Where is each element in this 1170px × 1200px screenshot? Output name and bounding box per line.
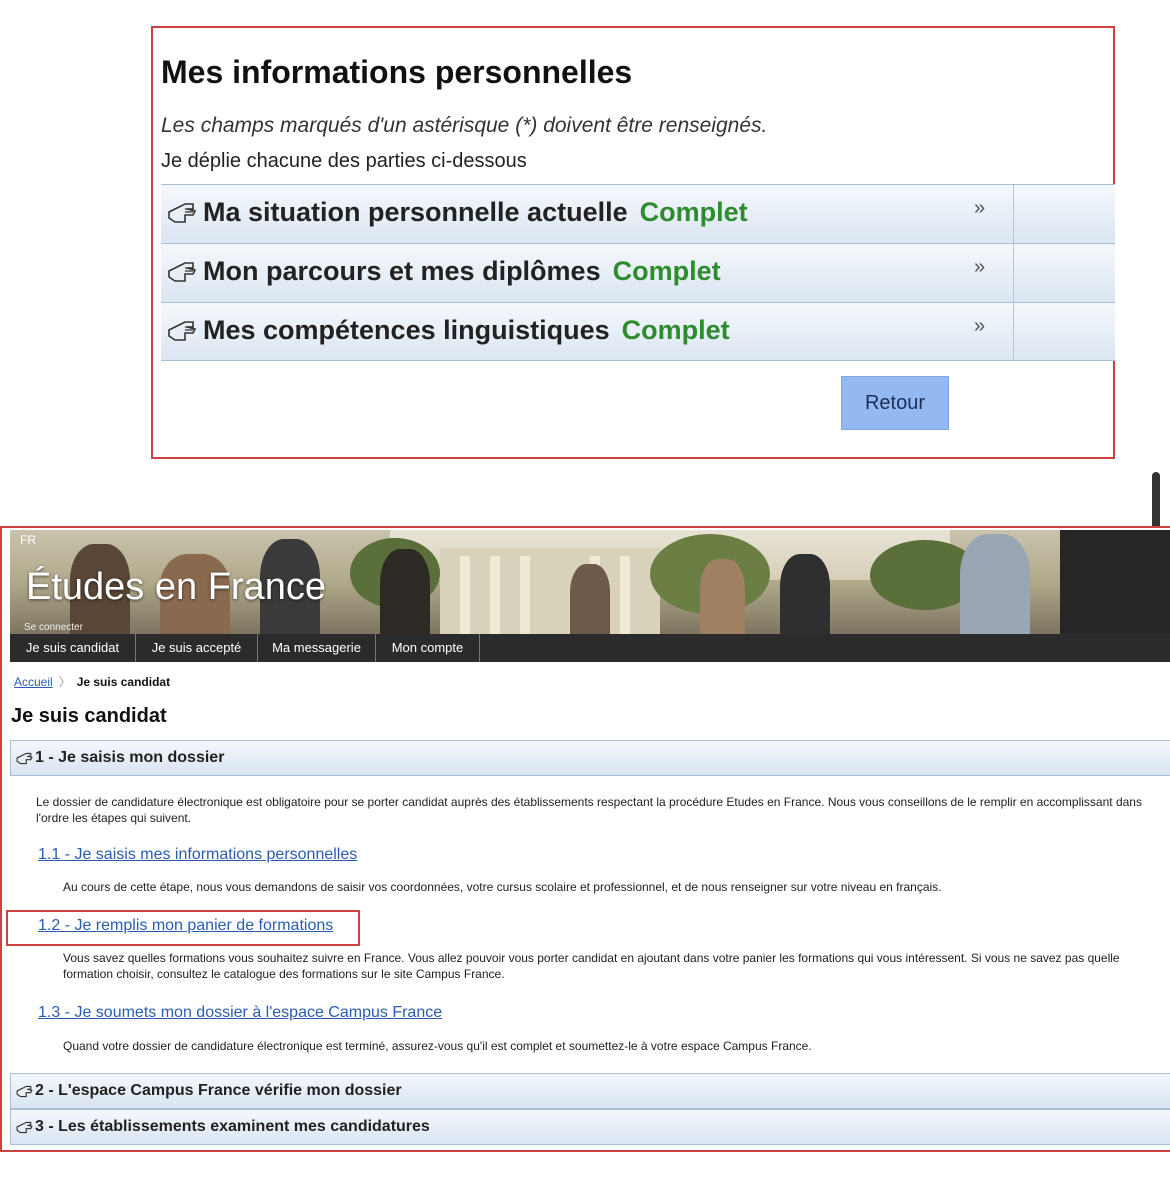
- double-chevron-icon[interactable]: »: [974, 256, 985, 279]
- nav-je-suis-accepte[interactable]: Je suis accepté: [136, 634, 258, 662]
- hand-pointer-icon: [167, 200, 197, 231]
- language-tag[interactable]: FR: [20, 533, 36, 547]
- breadcrumb-current: Je suis candidat: [76, 675, 171, 689]
- section-parcours[interactable]: Mon parcours et mes diplômes Complet »: [161, 243, 1115, 302]
- substep-1-3-text: Quand votre dossier de candidature élect…: [63, 1039, 812, 1053]
- candidate-page: FR Études en France Se connecter Je suis…: [0, 526, 1170, 1152]
- double-chevron-icon[interactable]: »: [974, 197, 985, 220]
- breadcrumb: Accueil 〉 Je suis candidat: [14, 673, 170, 690]
- section-status: Complet: [612, 256, 721, 286]
- retour-button[interactable]: Retour: [841, 376, 949, 430]
- column-divider: [1013, 185, 1014, 243]
- substep-1-1-text: Au cours de cette étape, nous vous deman…: [63, 880, 942, 894]
- hand-pointer-icon: [167, 318, 197, 349]
- site-banner: FR Études en France Se connecter: [10, 530, 1170, 634]
- hand-pointer-icon: [16, 1084, 33, 1104]
- substep-1-2-link[interactable]: 1.2 - Je remplis mon panier de formation…: [38, 917, 333, 935]
- section-status: Complet: [639, 197, 748, 227]
- step2-header[interactable]: 2 - L'espace Campus France vérifie mon d…: [10, 1073, 1170, 1109]
- breadcrumb-home-link[interactable]: Accueil: [14, 675, 53, 689]
- hand-pointer-icon: [167, 259, 197, 290]
- nav-mon-compte[interactable]: Mon compte: [376, 634, 480, 662]
- required-fields-note: Les champs marqués d'un astérisque (*) d…: [161, 114, 768, 137]
- substep-1-2-text: Vous savez quelles formations vous souha…: [63, 951, 1120, 981]
- panel-title: Mes informations personnelles: [161, 54, 633, 90]
- nav-ma-messagerie[interactable]: Ma messagerie: [258, 634, 376, 662]
- site-title[interactable]: Études en France: [26, 566, 326, 609]
- column-divider: [1013, 303, 1014, 360]
- breadcrumb-separator: 〉: [58, 675, 71, 689]
- section-langues[interactable]: Mes compétences linguistiques Complet »: [161, 302, 1115, 361]
- section-label: Mon parcours et mes diplômes: [203, 256, 601, 286]
- instruction-text: Je déplie chacune des parties ci-dessous: [161, 150, 527, 172]
- step3-header[interactable]: 3 - Les établissements examinent mes can…: [10, 1109, 1170, 1145]
- section-situation[interactable]: Ma situation personnelle actuelle Complet…: [161, 184, 1115, 243]
- double-chevron-icon[interactable]: »: [974, 315, 985, 338]
- sections-accordion: Ma situation personnelle actuelle Complet…: [161, 184, 1115, 361]
- banner-login-link[interactable]: Se connecter: [24, 622, 83, 633]
- hand-pointer-icon: [16, 1120, 33, 1140]
- section-label: Ma situation personnelle actuelle: [203, 197, 628, 227]
- section-status: Complet: [621, 315, 730, 345]
- substep-1-3-link[interactable]: 1.3 - Je soumets mon dossier à l'espace …: [38, 1004, 442, 1022]
- main-nav: Je suis candidat Je suis accepté Ma mess…: [10, 634, 1170, 662]
- hand-pointer-icon: [16, 751, 33, 771]
- step1-header[interactable]: 1 - Je saisis mon dossier: [10, 740, 1170, 776]
- step1-intro: Le dossier de candidature électronique e…: [36, 795, 1142, 825]
- personal-info-panel: Mes informations personnelles Les champs…: [151, 26, 1115, 459]
- page-title: Je suis candidat: [11, 705, 167, 727]
- column-divider: [1013, 244, 1014, 302]
- substep-1-1-link[interactable]: 1.1 - Je saisis mes informations personn…: [38, 846, 357, 864]
- step2-label: 2 - L'espace Campus France vérifie mon d…: [35, 1082, 402, 1099]
- nav-je-suis-candidat[interactable]: Je suis candidat: [10, 634, 136, 662]
- section-label: Mes compétences linguistiques: [203, 315, 610, 345]
- step3-label: 3 - Les établissements examinent mes can…: [35, 1118, 430, 1135]
- step1-label: 1 - Je saisis mon dossier: [35, 749, 225, 766]
